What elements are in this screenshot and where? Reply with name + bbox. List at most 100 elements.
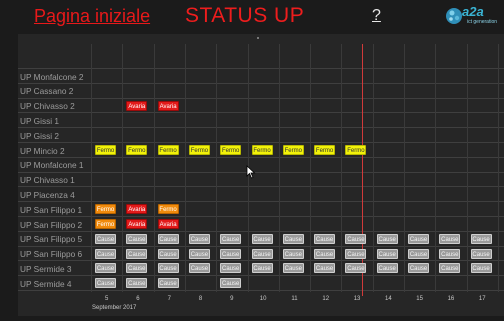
day-label: 12 [322,296,330,302]
status-cell-cause[interactable]: Cause [439,233,461,244]
status-cell-fermo[interactable]: Fermo [188,145,210,155]
column-separator [216,44,218,292]
top-strip [18,34,504,44]
status-cell-cause[interactable]: Cause [251,248,273,259]
status-cell-cause[interactable]: Cause [251,233,273,244]
status-cell-fermo[interactable]: Fermo [157,145,179,155]
day-label: 16 [447,296,455,302]
status-cell-cause[interactable]: Cause [376,263,398,274]
status-cell-cause[interactable]: Cause [157,278,179,289]
status-cell-fermo-o[interactable]: Fermo [95,219,116,229]
column-separator [310,44,312,292]
status-cell-fermo-o[interactable]: Fermo [95,204,116,215]
day-label: 11 [291,296,298,302]
status-cell-cause[interactable]: Cause [470,248,492,259]
help-link[interactable]: ? [372,7,381,25]
status-cell-cause[interactable]: Cause [345,233,367,244]
status-cell-avaria[interactable]: Avaria [126,219,148,229]
status-cell-cause[interactable]: Cause [282,248,304,259]
day-label: 6 [136,296,140,302]
day-label: 17 [478,296,486,302]
row-label: UP Cassano 2 [20,86,74,97]
status-cell-cause[interactable]: Cause [126,248,148,259]
row-label: UP Chivasso 2 [20,101,75,112]
row-label: UP Mincio 2 [20,145,65,156]
status-cell-cause[interactable]: Cause [220,263,242,274]
status-cell-cause[interactable]: Cause [157,233,179,244]
status-cell-cause[interactable]: Cause [376,233,398,244]
status-cell-cause[interactable]: Cause [251,263,273,274]
status-cell-cause[interactable]: Cause [282,263,304,274]
row-label: UP Piacenza 4 [20,189,75,200]
column-separator [91,44,92,292]
column-separator [404,44,405,292]
status-cell-cause[interactable]: Cause [470,233,492,244]
row-label: UP Sermide 4 [20,278,72,289]
status-cell-cause[interactable]: Cause [188,263,210,274]
month-label: September 2017 [92,305,137,311]
status-cell-avaria[interactable]: Avaria [126,100,148,111]
row-label: UP Monfalcone 1 [20,160,84,171]
status-cell-fermo[interactable]: Fermo [314,145,336,155]
day-label: 10 [259,296,267,302]
status-cell-cause[interactable]: Cause [439,263,461,274]
status-cell-cause[interactable]: Cause [95,278,116,289]
status-cell-cause[interactable]: Cause [95,263,116,274]
status-cell-cause[interactable]: Cause [345,248,367,259]
column-separator [278,44,280,292]
column-separator [184,44,186,292]
status-cell-cause[interactable]: Cause [282,233,304,244]
status-cell-fermo[interactable]: Fermo [345,145,367,155]
status-cell-cause[interactable]: Cause [439,248,461,259]
status-cell-cause[interactable]: Cause [408,263,429,274]
mouse-cursor-icon [246,165,256,179]
status-cell-cause[interactable]: Cause [220,248,242,259]
column-separator [435,44,437,292]
status-cell-cause[interactable]: Cause [220,233,242,244]
row-label: UP Gissi 2 [20,130,60,141]
status-cell-cause[interactable]: Cause [126,278,148,289]
status-cell-fermo[interactable]: Fermo [95,145,116,155]
status-cell-cause[interactable]: Cause [408,233,429,244]
day-label: 9 [230,296,234,302]
status-cell-cause[interactable]: Cause [188,248,210,259]
day-label: 5 [104,296,109,302]
status-cell-cause[interactable]: Cause [408,248,429,259]
status-cell-cause[interactable]: Cause [345,263,367,274]
status-cell-cause[interactable]: Cause [314,233,336,244]
status-cell-cause[interactable]: Cause [314,248,336,259]
column-separator [466,44,468,292]
status-cell-cause[interactable]: Cause [157,248,179,259]
column-separator [153,44,155,292]
row-label: UP Chivasso 1 [20,175,75,186]
status-cell-cause[interactable]: Cause [126,233,148,244]
day-label: 15 [416,296,423,302]
status-cell-avaria[interactable]: Avaria [157,219,179,229]
status-cell-fermo[interactable]: Fermo [220,145,242,155]
status-cell-cause[interactable]: Cause [314,263,336,274]
status-cell-fermo[interactable]: Fermo [251,145,273,155]
status-cell-cause[interactable]: Cause [95,233,116,244]
status-cell-cause[interactable]: Cause [470,263,492,274]
day-label: 13 [353,296,361,302]
status-cell-cause[interactable]: Cause [95,248,116,259]
status-cell-cause[interactable]: Cause [157,263,179,274]
page-title: STATUS UP [185,4,305,27]
column-separator [122,44,124,292]
status-cell-fermo[interactable]: Fermo [126,145,148,155]
separator-dot [257,37,259,39]
day-label: 7 [167,296,171,302]
home-link[interactable]: Pagina iniziale [34,6,150,27]
day-label: 8 [198,296,203,302]
status-cell-cause[interactable]: Cause [220,278,242,289]
company-logo: a2a ict generation [445,4,499,30]
status-cell-cause[interactable]: Cause [188,233,210,244]
status-cell-fermo-o[interactable]: Fermo [157,204,179,215]
status-cell-avaria[interactable]: Avaria [126,204,148,215]
row-label: UP San Filippo 1 [20,204,83,215]
status-cell-cause[interactable]: Cause [376,248,398,259]
status-cell-fermo[interactable]: Fermo [282,145,304,155]
status-cell-avaria[interactable]: Avaria [157,100,179,111]
status-up-screen: Pagina iniziale STATUS UP ? a2a ict gene… [0,0,504,321]
status-cell-cause[interactable]: Cause [126,263,148,274]
